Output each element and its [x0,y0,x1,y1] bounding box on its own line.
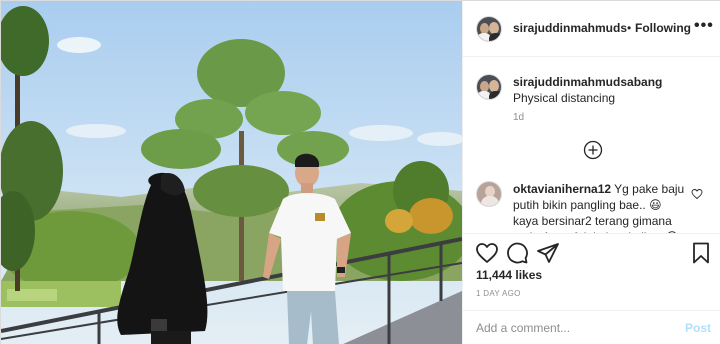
comments-section[interactable]: sirajuddinmahmudsabang Physical distanci… [463,57,720,233]
share-icon[interactable] [536,241,560,265]
more-options-icon[interactable]: ••• [694,17,714,35]
comment-username[interactable]: oktavianiherna12 [513,182,611,196]
user-avatar[interactable] [476,16,502,42]
following-button[interactable]: Following [635,21,691,35]
caption: sirajuddinmahmudsabang Physical distanci… [513,74,709,106]
avatar-shirt-right [489,91,501,99]
caption-time[interactable]: 1d [513,112,524,123]
comment-icon[interactable] [505,241,529,265]
caption-username[interactable]: sirajuddinmahmudsabang [513,75,662,89]
post-date[interactable]: 1 DAY AGO [476,289,521,298]
post-actions: 11,444 likes 1 DAY AGO Post [463,233,720,344]
comment-input[interactable] [476,319,672,337]
likes-count[interactable]: 11,444 likes [476,268,542,282]
heart-outline-icon[interactable] [475,241,499,265]
comment: oktavianiherna12 Yg pake baju putih biki… [513,181,689,233]
caption-text: Physical distancing [513,91,616,105]
photo-scene [1,1,462,344]
post-header: sirajuddinmahmudsabang • Following ••• [463,1,720,57]
avatar-shirt-right [489,33,501,41]
comment-heart-icon[interactable] [691,188,703,200]
header-username[interactable]: sirajuddinmahmudsabang [513,21,627,35]
post-sidebar: sirajuddinmahmudsabang • Following ••• s… [462,1,720,344]
header-separator: • [627,21,632,35]
post-photo[interactable] [1,1,462,344]
commenter-avatar[interactable] [476,181,502,207]
caption-avatar[interactable] [476,74,502,100]
bookmark-icon[interactable] [689,241,713,265]
add-comment-bar: Post [463,310,720,344]
plus-circle-icon[interactable] [583,140,603,160]
avatar-body [481,196,499,206]
instagram-post: sirajuddinmahmudsabang • Following ••• s… [0,0,720,344]
post-button[interactable]: Post [685,321,711,335]
